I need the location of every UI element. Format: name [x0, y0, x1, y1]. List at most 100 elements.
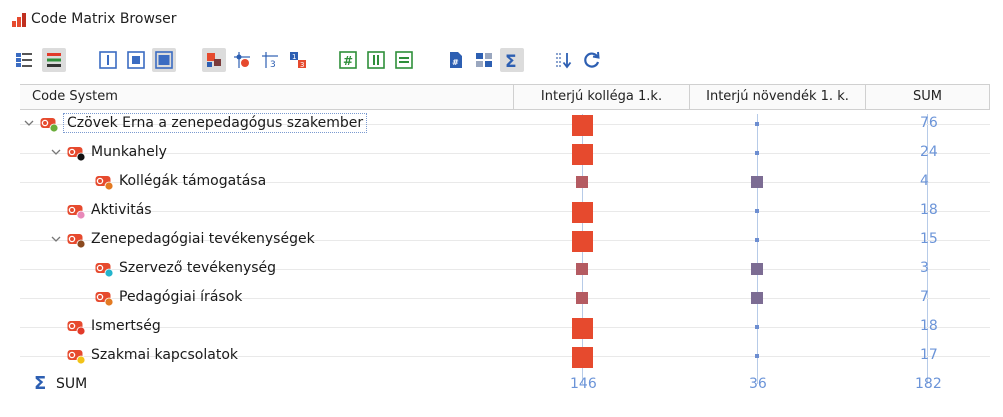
code-row[interactable]: Ismertség 18 — [20, 313, 990, 341]
cell-marker-col1[interactable] — [571, 230, 593, 252]
cell-marker-col2[interactable] — [755, 122, 759, 126]
svg-text:#: # — [452, 58, 459, 67]
cell-marker-col1[interactable] — [571, 346, 593, 368]
row-sum: 24 — [920, 144, 938, 160]
cell-marker-col2[interactable] — [755, 325, 759, 329]
row-sum: 15 — [920, 231, 938, 247]
refresh-button[interactable] — [580, 48, 604, 72]
row-sum: 17 — [920, 347, 938, 363]
code-tag-icon — [67, 234, 86, 249]
cell-marker-col2[interactable] — [755, 238, 759, 242]
svg-text:Σ: Σ — [505, 52, 517, 70]
code-label: Szakmai kapcsolatok — [91, 347, 238, 363]
toolbar: 3 1 3 # # Σ — [0, 40, 1003, 80]
code-tag-icon — [67, 350, 86, 365]
layout-top-button[interactable] — [96, 48, 120, 72]
code-label: Zenepedagógiai tevékenységek — [91, 231, 315, 247]
cell-marker-col2[interactable] — [755, 209, 759, 213]
sort-button[interactable] — [552, 48, 576, 72]
sum-columns-icon — [367, 51, 385, 69]
header-col2[interactable]: Interjú növendék 1. k. — [690, 85, 866, 109]
header-col1[interactable]: Interjú kolléga 1.k. — [514, 85, 690, 109]
cell-marker-col1[interactable] — [576, 292, 588, 304]
code-row[interactable]: Munkahely 24 — [20, 139, 990, 167]
code-row[interactable]: Szervező tevékenység 3 — [20, 255, 990, 283]
sum-label: SUM — [56, 376, 88, 392]
row-sum: 18 — [920, 202, 938, 218]
code-row[interactable]: Szakmai kapcsolatok 17 — [20, 342, 990, 370]
document-icon: # — [450, 52, 462, 68]
code-tag-icon — [67, 321, 86, 336]
color-bars-icon — [47, 53, 61, 67]
color-bars-button[interactable] — [42, 48, 66, 72]
symbol-square-icon — [207, 53, 221, 67]
cell-marker-col1[interactable] — [576, 176, 588, 188]
sum-columns-button[interactable] — [364, 48, 388, 72]
matrix-icon — [16, 53, 32, 67]
header-sum[interactable]: SUM — [866, 85, 990, 109]
row-sum: 76 — [920, 115, 938, 131]
code-tag-icon — [95, 292, 114, 307]
sum-lines-button[interactable] — [392, 48, 416, 72]
cell-marker-col2[interactable] — [751, 292, 763, 304]
sort-icon — [556, 53, 572, 69]
sum-col2: 36 — [749, 376, 767, 392]
layout-full-icon — [155, 51, 173, 69]
chevron-down-icon[interactable] — [22, 116, 36, 130]
svg-text:1: 1 — [292, 53, 296, 61]
symbol-square-button[interactable] — [202, 48, 226, 72]
sum-rows-button[interactable]: # — [336, 48, 360, 72]
layout-top-icon — [99, 51, 117, 69]
code-label: Czövek Erna a zenepedagógus szakember — [62, 113, 368, 133]
sigma-icon: Σ — [505, 52, 517, 70]
matrix-button[interactable] — [12, 48, 36, 72]
row-sum: 3 — [920, 260, 929, 276]
refresh-icon — [584, 51, 600, 68]
code-label: Aktivitás — [91, 202, 152, 218]
cell-marker-col2[interactable] — [755, 354, 759, 358]
code-row[interactable]: Czövek Erna a zenepedagógus szakember 76 — [20, 110, 990, 138]
sigma-button[interactable]: Σ — [500, 48, 524, 72]
row-sum: 18 — [920, 318, 938, 334]
code-label: Pedagógiai írások — [119, 289, 243, 305]
cell-marker-col1[interactable] — [571, 143, 593, 165]
cell-marker-col2[interactable] — [751, 176, 763, 188]
svg-text:#: # — [343, 54, 353, 68]
code-tag-icon — [95, 263, 114, 278]
code-row[interactable]: Kollégák támogatása 4 — [20, 168, 990, 196]
cell-marker-col2[interactable] — [755, 151, 759, 155]
document-button[interactable]: # — [444, 48, 468, 72]
cell-marker-col1[interactable] — [571, 201, 593, 223]
code-tag-icon — [95, 176, 114, 191]
symbol-circle-icon — [234, 52, 250, 68]
symbol-heatmap-button[interactable]: 1 3 — [286, 48, 310, 72]
layout-center-icon — [127, 51, 145, 69]
symbol-heatmap-icon: 1 3 — [290, 52, 306, 69]
code-row[interactable]: Aktivitás 18 — [20, 197, 990, 225]
cell-marker-col2[interactable] — [751, 263, 763, 275]
sum-sum: 182 — [915, 376, 942, 392]
chevron-down-icon[interactable] — [49, 145, 63, 159]
code-label: Kollégák támogatása — [119, 173, 267, 189]
cell-marker-col1[interactable] — [571, 317, 593, 339]
symbol-circle-button[interactable] — [230, 48, 254, 72]
code-tag-icon — [40, 118, 59, 133]
layout-full-button[interactable] — [152, 48, 176, 72]
header-code-system[interactable]: Code System — [20, 85, 514, 109]
group-button[interactable] — [472, 48, 496, 72]
row-sum: 4 — [920, 173, 929, 189]
code-row[interactable]: Zenepedagógiai tevékenységek 15 — [20, 226, 990, 254]
cell-marker-col1[interactable] — [571, 114, 593, 136]
app-logo-icon — [12, 13, 26, 27]
group-icon — [476, 53, 492, 67]
code-row[interactable]: Pedagógiai írások 7 — [20, 284, 990, 312]
cell-marker-col1[interactable] — [576, 263, 588, 275]
sum-row: Σ SUM 146 36 182 — [20, 371, 990, 399]
svg-text:3: 3 — [270, 60, 276, 70]
svg-text:3: 3 — [300, 61, 304, 69]
symbol-number-button[interactable]: 3 — [258, 48, 282, 72]
chevron-down-icon[interactable] — [49, 232, 63, 246]
code-tag-icon — [67, 205, 86, 220]
sum-lines-icon — [395, 51, 413, 69]
layout-center-button[interactable] — [124, 48, 148, 72]
